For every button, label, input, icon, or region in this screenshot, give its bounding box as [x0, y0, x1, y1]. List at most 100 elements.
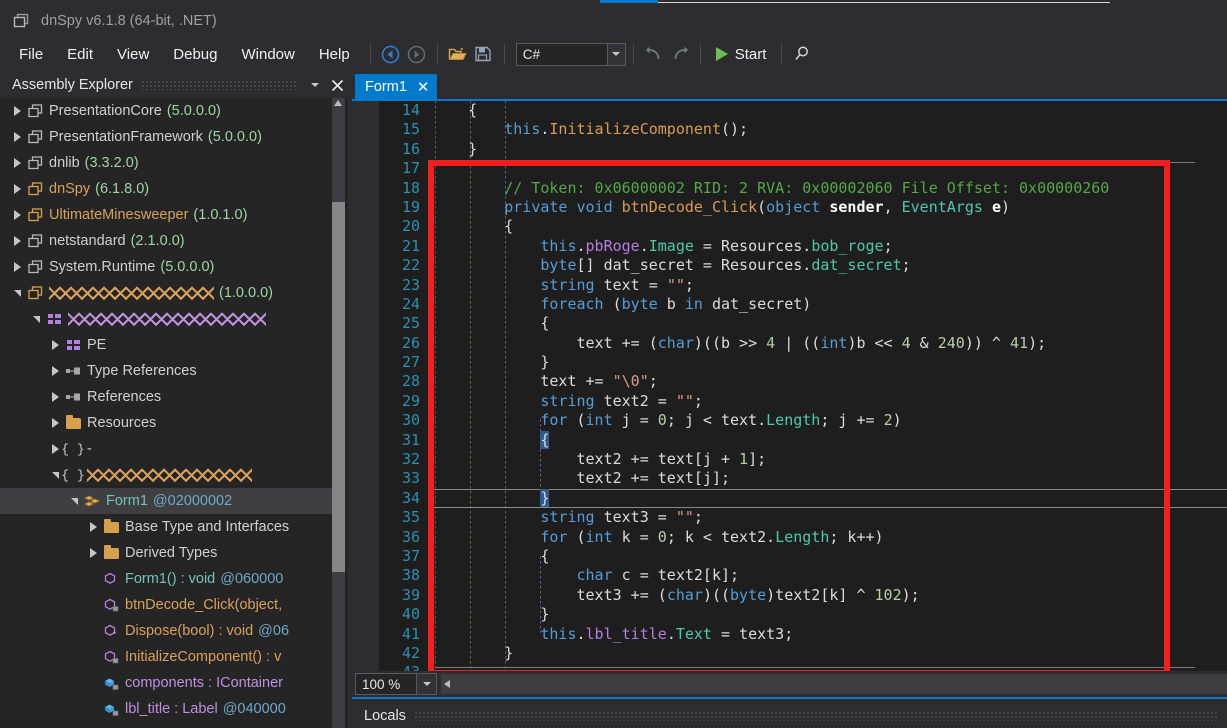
tree-row[interactable]: Type References — [0, 358, 332, 384]
code-line[interactable]: 30 for (int j = 0; j < text.Length; j +=… — [352, 411, 1227, 430]
expand-arrow-icon[interactable] — [48, 332, 63, 358]
redo-button[interactable] — [667, 41, 693, 67]
document-tab-form1[interactable]: Form1 ✕ — [355, 74, 438, 100]
code-line[interactable]: 18 // Token: 0x06000002 RID: 2 RVA: 0x00… — [352, 179, 1227, 198]
code-editor[interactable]: 14 {15 this.InitializeComponent(); 16 } 17… — [352, 101, 1227, 671]
code-line[interactable]: 41 this.lbl_title.Text = text3; — [352, 625, 1227, 644]
expand-arrow-icon[interactable] — [48, 358, 63, 384]
tree-row[interactable]: btnDecode_Click(object, — [0, 592, 332, 618]
code-line[interactable]: 33 text2 += text[j]; — [352, 469, 1227, 488]
language-combo[interactable]: C# — [515, 42, 626, 66]
code-line[interactable]: 36 for (int k = 0; k < text2.Length; k++… — [352, 528, 1227, 547]
tree-row[interactable]: Base Type and Interfaces — [0, 514, 332, 540]
code-line[interactable]: 25 { — [352, 314, 1227, 333]
code-line[interactable]: 19 private void btnDecode_Click(object s… — [352, 198, 1227, 217]
tree-row[interactable]: InitializeComponent() : v — [0, 644, 332, 670]
scroll-left-icon[interactable] — [444, 680, 450, 688]
tree-row[interactable]: { } - — [0, 436, 332, 462]
expand-arrow-icon[interactable] — [48, 384, 63, 410]
tree-row[interactable]: dnSpy (6.1.8.0) — [0, 176, 332, 202]
collapse-arrow-icon[interactable] — [67, 488, 82, 514]
scrollbar-thumb[interactable] — [332, 202, 345, 572]
expand-arrow-icon[interactable] — [10, 228, 25, 254]
tree-row[interactable]: dnlib (3.3.2.0) — [0, 150, 332, 176]
code-line[interactable]: 28 text += "\0"; — [352, 372, 1227, 391]
menu-view[interactable]: View — [106, 42, 160, 67]
code-lines[interactable]: 14 {15 this.InitializeComponent(); 16 } 17… — [352, 101, 1227, 671]
tree-row[interactable]: (1.0.0.0) — [0, 280, 332, 306]
assembly-tree-scrollbar[interactable] — [332, 98, 345, 728]
code-line[interactable]: 24 foreach (byte b in dat_secret) — [352, 295, 1227, 314]
code-line[interactable]: 40 } — [352, 605, 1227, 624]
code-line[interactable]: 29 string text2 = ""; — [352, 392, 1227, 411]
tree-row[interactable]: Form1() : void @060000 — [0, 566, 332, 592]
tree-row-label: UltimateMinesweeper — [49, 207, 189, 223]
tree-row[interactable]: PresentationCore (5.0.0.0) — [0, 98, 332, 124]
code-line[interactable]: 22 byte[] dat_secret = Resources.dat_sec… — [352, 256, 1227, 275]
expand-arrow-icon[interactable] — [10, 254, 25, 280]
tree-row[interactable]: PresentationFramework (5.0.0.0) — [0, 124, 332, 150]
code-line[interactable]: 16 } — [352, 140, 1227, 159]
language-combo-arrow[interactable] — [606, 43, 625, 65]
open-button[interactable] — [445, 41, 471, 67]
tree-row[interactable]: System.Runtime (5.0.0.0) — [0, 254, 332, 280]
code-line[interactable]: 37 { — [352, 547, 1227, 566]
tree-row[interactable]: lbl_title : Label @040000 — [0, 696, 332, 722]
tree-row[interactable] — [0, 306, 332, 332]
code-line[interactable]: 32 text2 += text[j + 1]; — [352, 450, 1227, 469]
panel-menu-button[interactable] — [304, 74, 326, 96]
tree-row-selected[interactable]: Form1 @02000002 — [0, 488, 332, 514]
expand-arrow-icon[interactable] — [48, 410, 63, 436]
code-line[interactable]: 23 string text = ""; — [352, 276, 1227, 295]
menu-help[interactable]: Help — [308, 42, 361, 67]
menu-edit[interactable]: Edit — [56, 42, 104, 67]
expand-arrow-icon[interactable] — [10, 124, 25, 150]
code-line[interactable]: 39 text3 += (char)((byte)text2[k] ^ 102)… — [352, 586, 1227, 605]
back-button[interactable] — [378, 41, 404, 67]
code-line[interactable]: 42 } — [352, 644, 1227, 663]
expand-arrow-icon[interactable] — [10, 202, 25, 228]
forward-button[interactable] — [404, 41, 430, 67]
tree-row[interactable]: PE — [0, 332, 332, 358]
code-line[interactable]: 34 } — [352, 488, 1227, 509]
editor-horizontal-scrollbar[interactable] — [441, 674, 1227, 694]
code-line[interactable]: 26 text += (char)((b >> 4 | ((int)b << 4… — [352, 334, 1227, 353]
collapse-arrow-icon[interactable] — [10, 280, 25, 306]
expand-arrow-icon[interactable] — [10, 150, 25, 176]
expand-arrow-icon[interactable] — [10, 98, 25, 124]
menu-file[interactable]: File — [8, 42, 54, 67]
tree-row[interactable]: UltimateMinesweeper (1.0.1.0) — [0, 202, 332, 228]
search-button[interactable] — [789, 41, 815, 67]
start-button[interactable]: Start — [708, 43, 775, 66]
zoom-level-dropdown[interactable] — [417, 673, 437, 695]
undo-button[interactable] — [641, 41, 667, 67]
tree-row[interactable]: netstandard (2.1.0.0) — [0, 228, 332, 254]
expand-arrow-icon[interactable] — [86, 540, 101, 566]
tree-row[interactable]: pbRoge : PictureBox@04 — [0, 722, 332, 728]
code-line[interactable]: 35 string text3 = ""; — [352, 508, 1227, 527]
assembly-tree[interactable]: PresentationCore (5.0.0.0) PresentationFra… — [0, 98, 332, 728]
save-button[interactable] — [471, 41, 497, 67]
menu-debug[interactable]: Debug — [162, 42, 228, 67]
collapse-arrow-icon[interactable] — [29, 306, 44, 332]
close-icon[interactable]: ✕ — [417, 78, 430, 96]
code-line[interactable]: 21 this.pbRoge.Image = Resources.bob_rog… — [352, 237, 1227, 256]
code-line[interactable]: 15 this.InitializeComponent(); — [352, 120, 1227, 139]
expand-arrow-icon[interactable] — [86, 514, 101, 540]
code-line[interactable]: 27 } — [352, 353, 1227, 372]
code-line[interactable]: 14 { — [352, 101, 1227, 120]
tree-row[interactable]: Resources — [0, 410, 332, 436]
menu-window[interactable]: Window — [230, 42, 305, 67]
tree-row[interactable]: components : IContainer — [0, 670, 332, 696]
tree-row[interactable]: Derived Types — [0, 540, 332, 566]
code-line[interactable]: 31 { — [352, 430, 1227, 450]
scroll-up-icon[interactable] — [334, 100, 342, 106]
code-line[interactable]: 38 char c = text2[k]; — [352, 566, 1227, 585]
code-line[interactable]: 20 { — [352, 217, 1227, 236]
expand-arrow-icon[interactable] — [10, 176, 25, 202]
tree-row[interactable]: { } — [0, 462, 332, 488]
tree-row[interactable]: * Dispose(bool) : void @06 — [0, 618, 332, 644]
zoom-level-box[interactable]: 100 % — [355, 673, 417, 695]
tree-row[interactable]: References — [0, 384, 332, 410]
panel-close-button[interactable] — [326, 74, 348, 96]
